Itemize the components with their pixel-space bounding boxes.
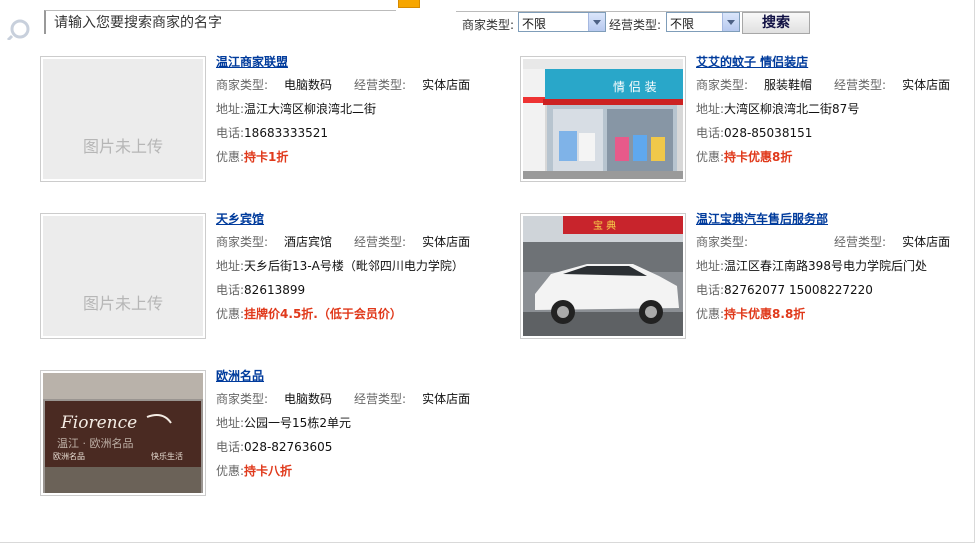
discount-label: 优惠: [696,307,725,321]
phone-label: 电话: [216,283,245,297]
merchant-card: 宝 典 温江宝典汽车售后服务部 商家类型: 经营类型: 实体店面 地址:温江区春江南… [520,210,960,343]
merchant-name-link[interactable]: 温江商家联盟 [216,53,288,71]
svg-text:情 侣 装: 情 侣 装 [613,79,657,94]
chevron-down-icon[interactable] [722,13,739,31]
merchant-name-link[interactable]: 欧洲名品 [216,367,264,385]
operation-type-value: 实体店面 [422,235,471,249]
phone-value: 82613899 [244,283,306,297]
address-label: 地址: [216,102,245,116]
merchant-type-label: 商家类型: [696,235,749,249]
merchant-name-link[interactable]: 艾艾的蚊子 情侣装店 [696,53,808,71]
white-suv-photo: 宝 典 [523,216,683,336]
phone-value: 82762077 15008227220 [724,283,873,297]
clothing-storefront-photo: 情 侣 装 [523,59,683,179]
phone-label: 电话: [696,283,725,297]
merchant-photo[interactable]: 情 侣 装 [520,56,686,182]
merchant-type-label: 商家类型: [462,18,515,32]
no-image-text: 图片未上传 [82,137,163,156]
search-input[interactable] [52,12,386,34]
svg-text:宝 典: 宝 典 [593,219,616,232]
merchant-type-label: 商家类型: [216,392,269,406]
operation-type-select-value: 不限 [670,17,695,31]
filter-bar: 商家类型: 不限 经营类型: 不限 搜索 [456,11,810,36]
no-image-text: 图片未上传 [82,294,163,313]
merchant-card: 图片未上传 温江商家联盟 商家类型: 电脑数码 经营类型: 实体店面 地址:温江大湾区… [40,53,480,186]
operation-type-label: 经营类型: [834,235,887,249]
address-label: 地址: [216,416,245,430]
chevron-down-icon[interactable] [588,13,605,31]
address-label: 地址: [696,259,725,273]
operation-type-label: 经营类型: [834,78,887,92]
discount-value: 挂牌价4.5折.（低于会员价） [244,307,402,321]
merchant-type-value: 电脑数码 [284,78,333,92]
merchant-photo[interactable]: 宝 典 [520,213,686,339]
sign-text: Fiorence [60,413,137,433]
phone-value: 028-82763605 [244,440,333,454]
fiorence-sign-photo: Fiorence 温江 · 欧洲名品 欧洲名品 快乐生活 [43,373,203,493]
phone-label: 电话: [216,126,245,140]
merchant-type-value: 服装鞋帽 [764,78,813,92]
merchant-type-select[interactable]: 不限 [518,12,606,32]
merchant-type-label: 商家类型: [216,78,269,92]
operation-type-label: 经营类型: [354,392,407,406]
discount-value: 持卡优惠8折 [724,150,793,164]
operation-type-label: 经营类型: [354,235,407,249]
address-value: 公园一号15栋2单元 [244,416,351,430]
discount-value: 持卡1折 [244,150,289,164]
search-icon [6,19,30,40]
svg-text:温江 · 欧洲名品: 温江 · 欧洲名品 [57,436,134,450]
search-button[interactable]: 搜索 [742,12,810,34]
operation-type-value: 实体店面 [902,235,951,249]
discount-value: 持卡八折 [244,464,293,478]
collapse-tab[interactable] [398,0,420,8]
merchant-name-link[interactable]: 天乡宾馆 [216,210,264,228]
operation-type-value: 实体店面 [902,78,951,92]
phone-value: 028-85038151 [724,126,813,140]
merchant-type-select-value: 不限 [522,17,547,31]
operation-type-value: 实体店面 [422,78,471,92]
address-value: 温江大湾区柳浪湾北二街 [244,102,377,116]
merchant-image-placeholder[interactable]: 图片未上传 [40,56,206,182]
phone-value: 18683333521 [244,126,329,140]
discount-label: 优惠: [216,464,245,478]
operation-type-select[interactable]: 不限 [666,12,740,32]
merchant-photo[interactable]: Fiorence 温江 · 欧洲名品 欧洲名品 快乐生活 [40,370,206,496]
search-box[interactable] [44,10,396,34]
merchant-card: Fiorence 温江 · 欧洲名品 欧洲名品 快乐生活 欧洲名品 商家类型: 电… [40,367,480,500]
operation-type-value: 实体店面 [422,392,471,406]
address-value: 大湾区柳浪湾北二街87号 [724,102,860,116]
svg-text:快乐生活: 快乐生活 [151,451,183,461]
merchant-type-label: 商家类型: [696,78,749,92]
merchant-card: 图片未上传 天乡宾馆 商家类型: 酒店宾馆 经营类型: 实体店面 地址:天乡后街13-… [40,210,480,343]
discount-label: 优惠: [216,150,245,164]
address-label: 地址: [696,102,725,116]
operation-type-label: 经营类型: [354,78,407,92]
discount-label: 优惠: [696,150,725,164]
discount-value: 持卡优惠8.8折 [724,307,806,321]
merchant-name-link[interactable]: 温江宝典汽车售后服务部 [696,210,828,228]
merchant-type-label: 商家类型: [216,235,269,249]
merchant-image-placeholder[interactable]: 图片未上传 [40,213,206,339]
merchant-type-value: 酒店宾馆 [284,235,333,249]
phone-label: 电话: [216,440,245,454]
merchant-card: 情 侣 装 艾艾的蚊子 情侣装店 商家类型: 服装鞋帽 经营类型: 实体店面 地址:大… [520,53,960,186]
svg-text:欧洲名品: 欧洲名品 [53,451,85,461]
discount-label: 优惠: [216,307,245,321]
address-value: 温江区春江南路398号电力学院后门处 [724,259,927,273]
address-value: 天乡后街13-A号楼（毗邻四川电力学院） [244,259,464,273]
phone-label: 电话: [696,126,725,140]
address-label: 地址: [216,259,245,273]
operation-type-label: 经营类型: [609,18,662,32]
merchant-type-value: 电脑数码 [284,392,333,406]
